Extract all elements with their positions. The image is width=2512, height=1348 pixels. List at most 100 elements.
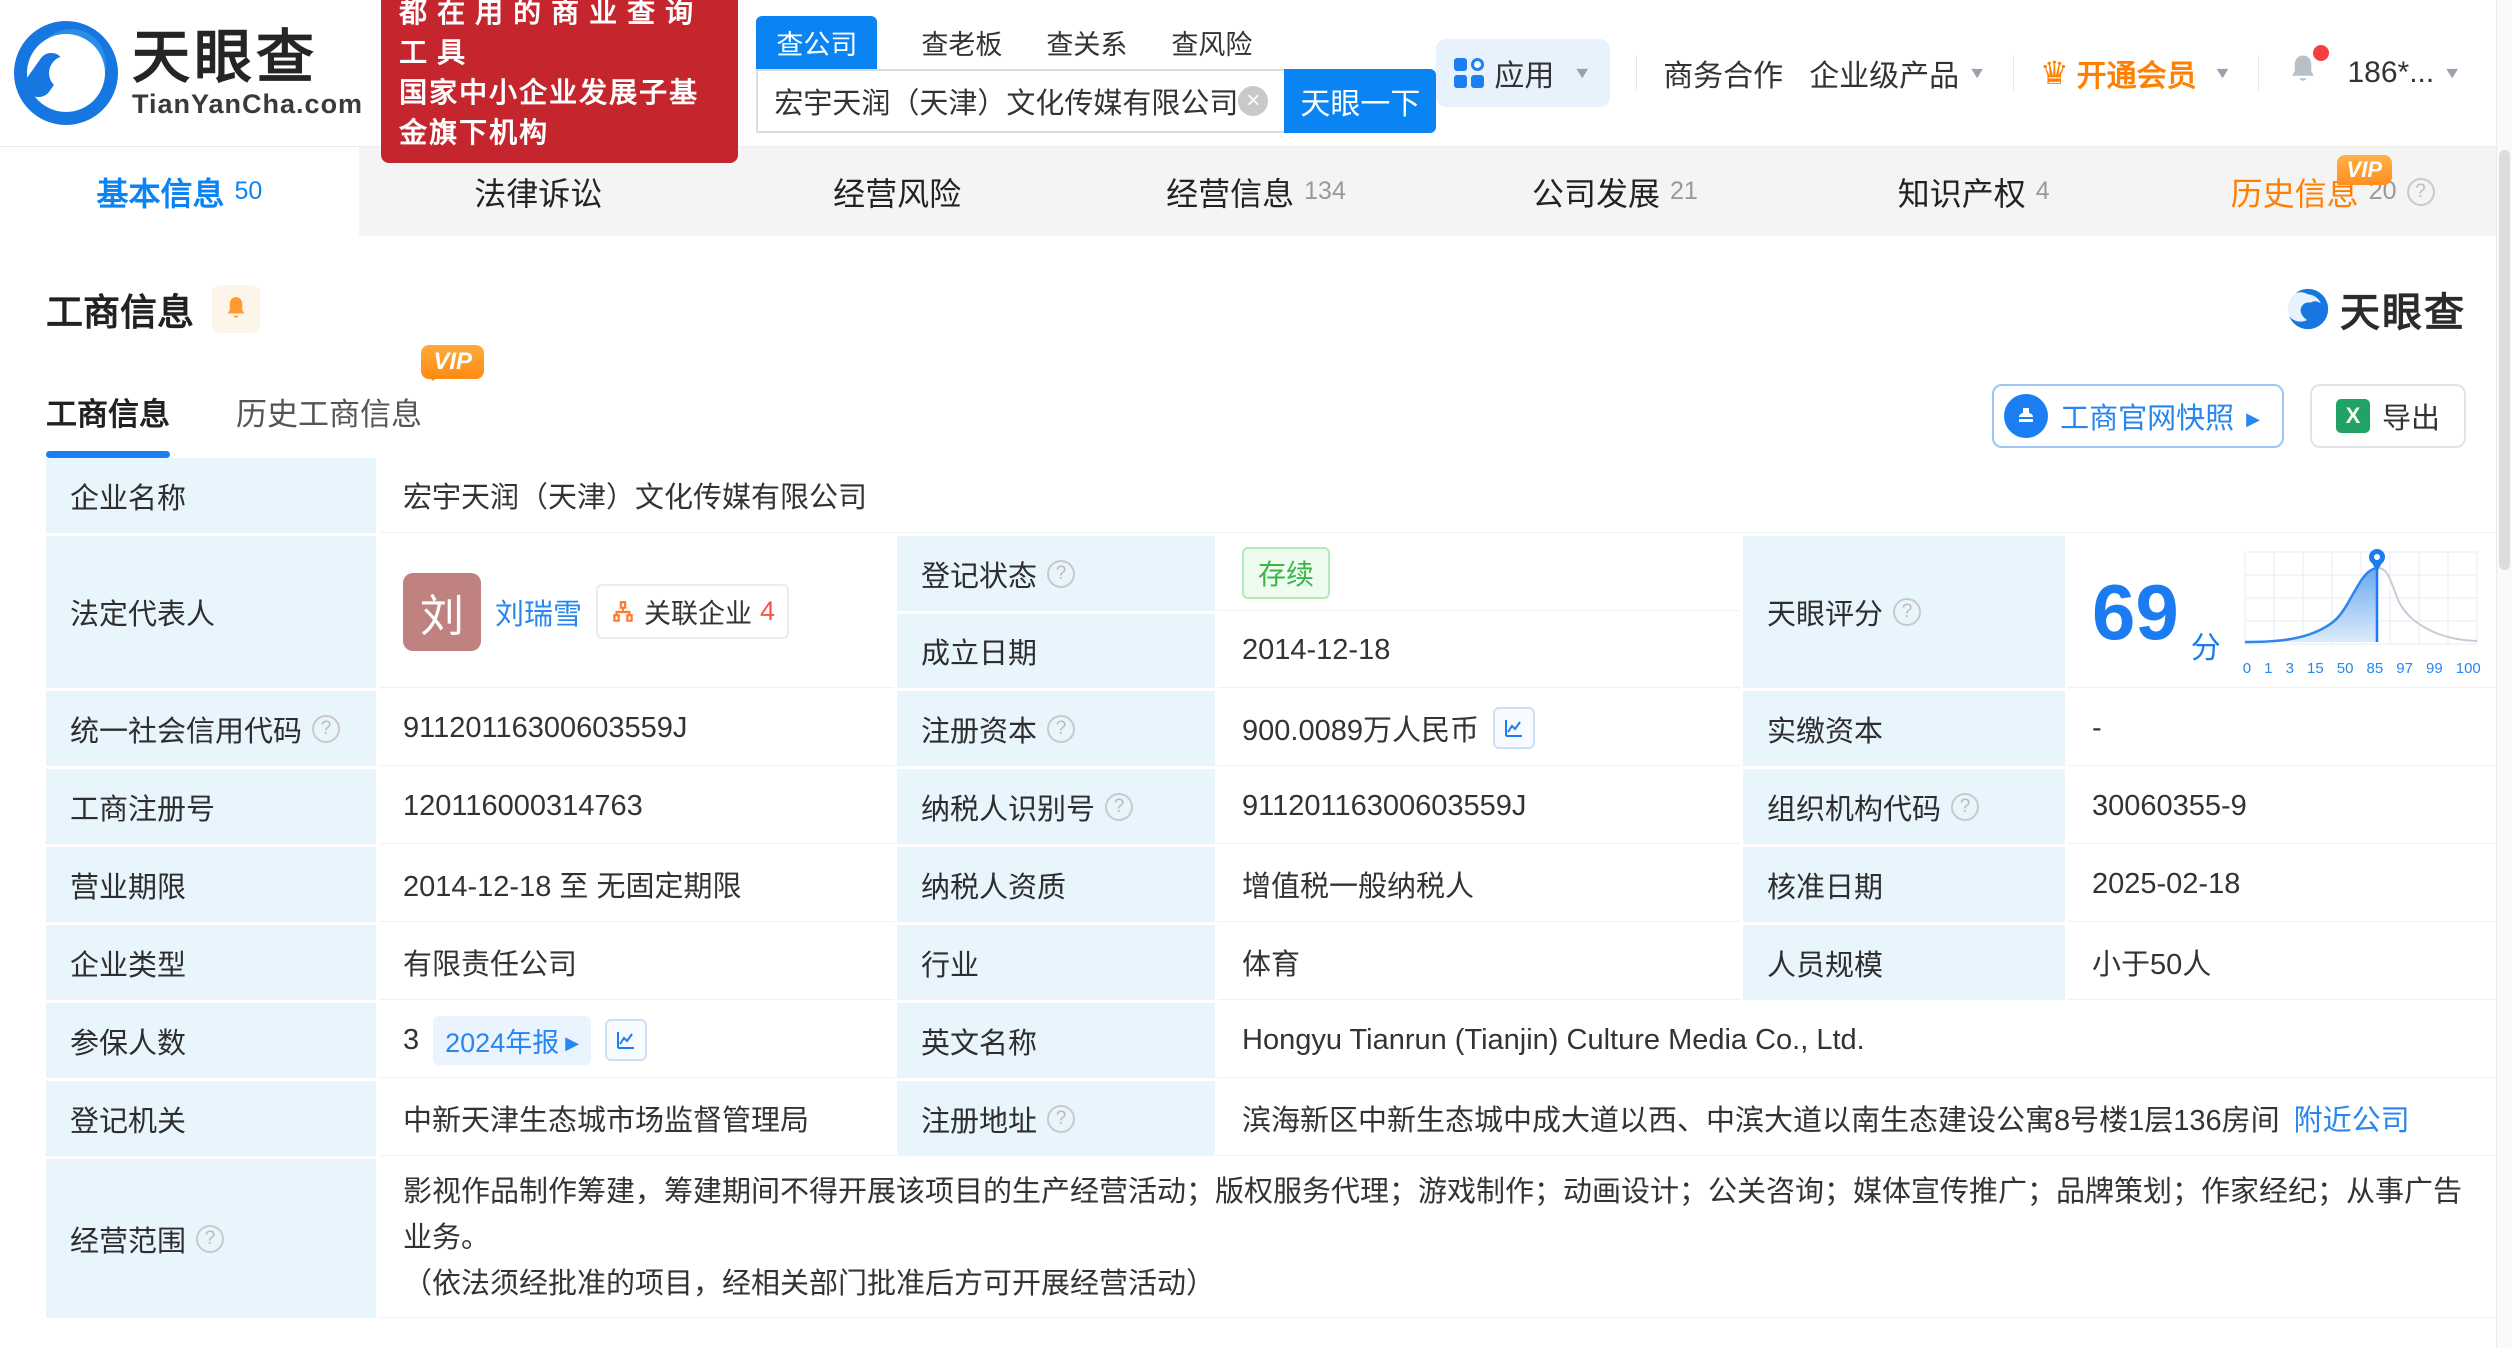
arrow-right-icon [2246, 400, 2260, 433]
field-value-paid-capital: - [2068, 691, 2507, 766]
search-tab-company[interactable]: 查公司 [756, 16, 877, 69]
divider [2258, 55, 2259, 91]
tab-history-info[interactable]: VIP 历史信息 20 [2153, 147, 2512, 236]
tianyancha-logo[interactable]: 天眼查 TianYanCha.com [14, 21, 363, 125]
nav-apps[interactable]: 应用 [1436, 39, 1610, 107]
capital-trend-button[interactable] [1493, 707, 1535, 749]
caret-down-icon [2442, 64, 2462, 82]
divider [1636, 55, 1637, 91]
help-icon[interactable] [1047, 560, 1075, 588]
business-info-table: 企业名称 宏宇天润（天津）文化传媒有限公司 法定代表人 刘 刘瑞雪 关联企业 4… [46, 458, 2466, 1318]
field-value-taxpayer-quality: 增值税一般纳税人 [1218, 847, 1740, 922]
score-unit: 分 [2191, 623, 2221, 677]
tab-legal-litigation[interactable]: 法律诉讼 [359, 147, 718, 236]
scrollbar-thumb[interactable] [2499, 150, 2510, 570]
tab-intellectual-property[interactable]: 知识产权 4 [1794, 147, 2153, 236]
value-text: 900.0089万人民币 [1242, 707, 1479, 749]
score-axis-labels: 0131550859799100 [2241, 660, 2483, 677]
search-tab-risk[interactable]: 查风险 [1171, 16, 1252, 69]
tab-count: 50 [235, 177, 263, 206]
watermark-text: 天眼查 [2340, 280, 2466, 338]
field-label-registered-address: 注册地址 [897, 1081, 1215, 1156]
subtab-history-business-info[interactable]: 历史工商信息 VIP [236, 389, 422, 458]
search-block: 查公司 查老板 查关系 查风险 宏宇天润（天津）文化传媒有限公司 天眼一下 [756, 21, 1436, 133]
field-label-company-name: 企业名称 [46, 458, 376, 533]
label-text: 纳税人识别号 [921, 786, 1095, 828]
field-label-establish-date: 成立日期 [897, 614, 1215, 688]
trend-icon [614, 1028, 638, 1052]
help-icon[interactable] [196, 1225, 224, 1253]
legal-rep-avatar[interactable]: 刘 [403, 573, 481, 651]
org-chart-icon [610, 599, 636, 625]
field-value-registration-authority: 中新天津生态城市场监督管理局 [379, 1081, 894, 1156]
address-text: 滨海新区中新生态城中成大道以西、中滨大道以南生态建设公寓8号楼1层136房间 [1242, 1097, 2280, 1139]
nearby-companies-link[interactable]: 附近公司 [2294, 1097, 2410, 1139]
tab-count: 134 [1304, 177, 1346, 206]
help-icon[interactable] [312, 715, 340, 743]
report-label: 2024年报 [445, 1021, 559, 1060]
apps-grid-icon [1454, 58, 1484, 88]
field-label-registration-number: 工商注册号 [46, 769, 376, 844]
field-label-registration-authority: 登记机关 [46, 1081, 376, 1156]
clear-icon[interactable] [1238, 86, 1268, 116]
field-value-establish-date: 2014-12-18 [1218, 614, 1740, 688]
field-label-org-code: 组织机构代码 [1743, 769, 2065, 844]
export-label: 导出 [2382, 395, 2440, 437]
search-tabs: 查公司 查老板 查关系 查风险 [756, 21, 1436, 69]
tab-label: 基本信息 [97, 169, 225, 215]
nav-vip-upgrade[interactable]: 开通会员 [2040, 51, 2232, 95]
field-value-uscc: 91120116300603559J [379, 691, 894, 766]
caret-down-icon [1572, 64, 1592, 82]
nav-cooperation[interactable]: 商务合作 [1663, 51, 1783, 95]
nav-account[interactable]: 186*... [2347, 56, 2462, 90]
field-value-staff-size: 小于50人 [2068, 925, 2507, 1000]
field-label-approval-date: 核准日期 [1743, 847, 2065, 922]
legal-rep-name-link[interactable]: 刘瑞雪 [495, 591, 582, 633]
field-label-english-name: 英文名称 [897, 1003, 1215, 1078]
tab-label: 法律诉讼 [474, 169, 602, 215]
scope-main-text: 影视作品制作筹建，筹建期间不得开展该项目的生产经营活动；版权服务代理；游戏制作；… [403, 1169, 2483, 1261]
promo-line1: 都在用的商业查询工具 [399, 0, 720, 73]
promo-banner: 都在用的商业查询工具 国家中小企业发展子基金旗下机构 [381, 0, 738, 163]
insured-trend-button[interactable] [605, 1019, 647, 1061]
field-value-tianyan-score[interactable]: 69 分 [2068, 536, 2507, 688]
scope-note-text: （依法须经批准的项目，经相关部门批准后方可开展经营活动） [403, 1261, 2483, 1307]
search-tab-boss[interactable]: 查老板 [921, 16, 1002, 69]
official-snapshot-button[interactable]: 工商官网快照 [1992, 384, 2284, 448]
search-tab-relation[interactable]: 查关系 [1046, 16, 1127, 69]
tab-label: 公司发展 [1532, 169, 1660, 215]
divider [2013, 55, 2014, 91]
tab-operating-risk[interactable]: 经营风险 [718, 147, 1077, 236]
search-input[interactable]: 宏宇天润（天津）文化传媒有限公司 [756, 69, 1284, 133]
nav-enterprise[interactable]: 企业级产品 [1809, 51, 1987, 95]
field-value-english-name: Hongyu Tianrun (Tianjin) Culture Media C… [1218, 1003, 2507, 1078]
tab-label: 知识产权 [1898, 169, 2026, 215]
field-label-registered-capital: 注册资本 [897, 691, 1215, 766]
excel-icon [2336, 399, 2370, 433]
notification-bell[interactable] [2285, 51, 2321, 95]
page-scrollbar[interactable] [2496, 0, 2512, 1348]
top-nav: 应用 商务合作 企业级产品 开通会员 186*... [1436, 39, 2462, 107]
tab-business-info[interactable]: 经营信息 134 [1077, 147, 1436, 236]
field-value-org-code: 30060355-9 [2068, 769, 2507, 844]
help-icon[interactable] [2407, 178, 2435, 206]
search-button[interactable]: 天眼一下 [1284, 69, 1436, 133]
help-icon[interactable] [1105, 793, 1133, 821]
subscribe-bell-button[interactable] [212, 285, 260, 333]
subtab-business-info[interactable]: 工商信息 [46, 389, 170, 458]
field-value-company-name: 宏宇天润（天津）文化传媒有限公司 [379, 458, 2507, 533]
related-companies-badge[interactable]: 关联企业 4 [596, 584, 789, 639]
brand-domain: TianYanCha.com [132, 89, 363, 120]
field-label-staff-size: 人员规模 [1743, 925, 2065, 1000]
help-icon[interactable] [1047, 715, 1075, 743]
annual-report-badge[interactable]: 2024年报 [433, 1016, 591, 1065]
score-value: 69 [2092, 573, 2179, 651]
tab-basic-info[interactable]: 基本信息 50 [0, 147, 359, 236]
field-label-business-scope: 经营范围 [46, 1159, 376, 1318]
help-icon[interactable] [1951, 793, 1979, 821]
export-button[interactable]: 导出 [2310, 384, 2466, 448]
tab-company-development[interactable]: 公司发展 21 [1435, 147, 1794, 236]
help-icon[interactable] [1893, 598, 1921, 626]
field-label-taxpayer-quality: 纳税人资质 [897, 847, 1215, 922]
help-icon[interactable] [1047, 1105, 1075, 1133]
